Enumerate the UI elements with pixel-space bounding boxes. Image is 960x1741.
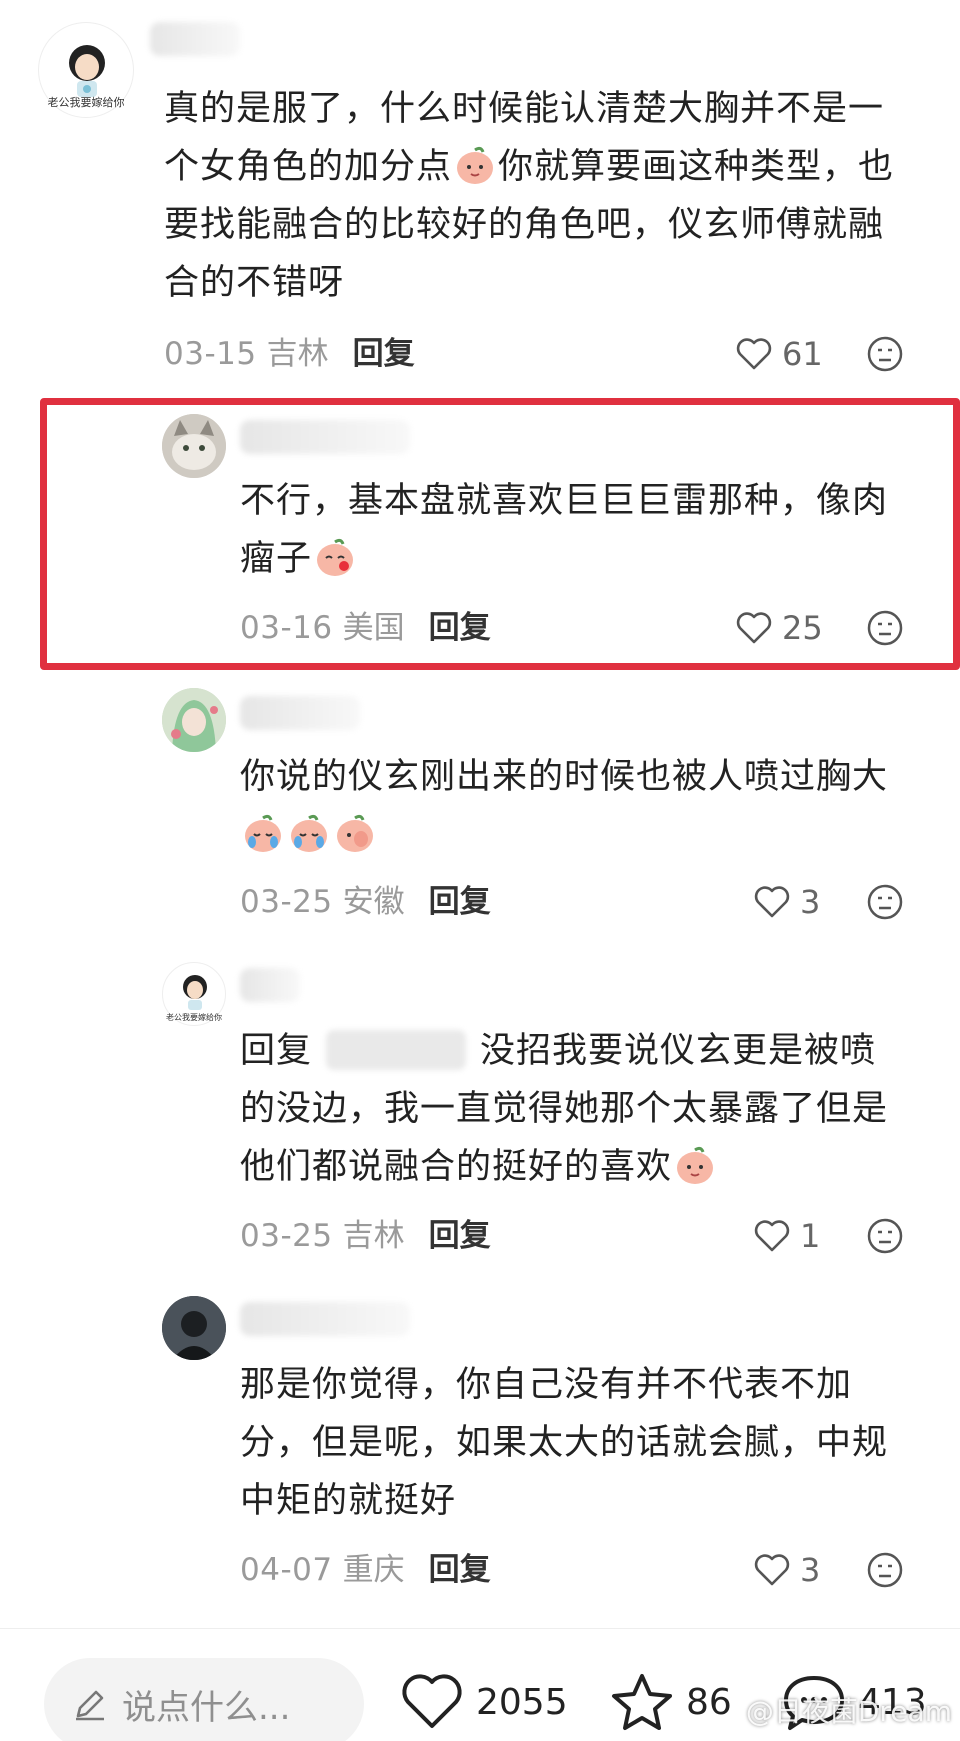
- like-count: 3: [800, 883, 821, 921]
- avatar-dark-portrait-icon: [162, 1296, 226, 1360]
- username-redacted: [240, 696, 360, 730]
- post-like-button[interactable]: 2055: [400, 1672, 568, 1732]
- dislike-face-icon[interactable]: [866, 883, 904, 921]
- comment-region: 吉林: [342, 1218, 405, 1254]
- peach-facepalm-emoji-icon: [334, 812, 376, 854]
- avatar-caption: 老公我要嫁给你: [166, 1013, 222, 1022]
- like-count: 3: [800, 1551, 821, 1589]
- username-redacted: [240, 1302, 410, 1336]
- comment-meta: 03-25 安徽 回复: [240, 880, 491, 924]
- username-redacted: [150, 22, 240, 56]
- comment-region: 安徽: [342, 884, 405, 920]
- heart-icon: [402, 1674, 462, 1728]
- avatar[interactable]: [162, 1296, 226, 1360]
- pencil-icon: [76, 1690, 104, 1721]
- avatar-cat-icon: [162, 414, 226, 478]
- like-button[interactable]: 61: [736, 332, 823, 376]
- reply-button[interactable]: 回复: [429, 610, 491, 646]
- reply-button[interactable]: 回复: [429, 1552, 491, 1588]
- comment-date: 03-15: [164, 336, 257, 372]
- comment-region: 重庆: [342, 1552, 405, 1588]
- avatar[interactable]: [162, 688, 226, 752]
- comment-input[interactable]: 说点什么...: [44, 1658, 364, 1741]
- comment-meta: 03-16 美国 回复: [240, 606, 491, 650]
- post-like-count: 2055: [476, 1681, 568, 1723]
- peach-face-emoji-icon: [454, 144, 496, 186]
- bottom-bar-divider: [0, 1628, 960, 1629]
- avatar-anime-girl-icon: [162, 688, 226, 752]
- like-count: 61: [782, 335, 823, 373]
- mentioned-username-redacted: [326, 1030, 467, 1070]
- heart-icon: [754, 1554, 790, 1586]
- comment-region: 美国: [342, 610, 405, 646]
- like-button[interactable]: 25: [736, 606, 823, 650]
- like-button[interactable]: 3: [754, 1548, 820, 1592]
- comment-meta: 04-07 重庆 回复: [240, 1548, 491, 1592]
- dislike-face-icon[interactable]: [866, 335, 904, 373]
- comment-text: 那是你觉得，你自己没有并不代表不加 分，但是呢，如果太大的话就会腻，中规 中矩的…: [240, 1365, 889, 1521]
- comment-input-placeholder: 说点什么...: [122, 1687, 291, 1728]
- comment-meta: 03-15 吉林 回复: [164, 332, 415, 376]
- peach-face-emoji-icon: [674, 1144, 716, 1186]
- heart-icon: [736, 612, 772, 644]
- post-favorite-button[interactable]: 86: [610, 1672, 732, 1732]
- dislike-face-icon[interactable]: [866, 1551, 904, 1589]
- avatar-caption: 老公我要嫁给你: [47, 96, 125, 109]
- watermark: @日夜菌Dream: [745, 1695, 952, 1728]
- post-favorite-count: 86: [686, 1681, 732, 1723]
- dislike-face-icon[interactable]: [866, 609, 904, 647]
- peach-crying-emoji-icon: [242, 812, 284, 854]
- like-count: 25: [782, 609, 823, 647]
- username-redacted: [240, 420, 410, 454]
- comment-text: 真的是服了，什么时候能认清楚大胸并不是一 个女角色的加分点 你就算要画这种类型，也…: [164, 89, 895, 303]
- like-count: 1: [800, 1217, 821, 1255]
- comment-text: 不行，基本盘就喜欢巨巨巨雷那种，像肉 瘤子: [240, 481, 889, 579]
- comment-date: 03-25: [240, 1218, 333, 1254]
- like-button[interactable]: 3: [754, 880, 820, 924]
- dislike-face-icon[interactable]: [866, 1217, 904, 1255]
- comment-meta: 03-25 吉林 回复: [240, 1214, 491, 1258]
- peach-blushing-emoji-icon: [314, 536, 356, 578]
- username-redacted: [240, 968, 300, 1002]
- comment-date: 03-16: [240, 610, 333, 646]
- heart-icon: [754, 886, 790, 918]
- peach-crying-emoji-icon: [288, 812, 330, 854]
- comment-text: 回复 没招我要说仪玄更是被喷 的没边，我一直觉得她那个太暴露了但是 他们都说融合的…: [240, 1030, 889, 1187]
- heart-icon: [736, 338, 772, 370]
- reply-button[interactable]: 回复: [353, 336, 415, 372]
- avatar[interactable]: [162, 414, 226, 478]
- reply-button[interactable]: 回复: [429, 1218, 491, 1254]
- comment-text: 你说的仪玄刚出来的时候也被人喷过胸大: [240, 748, 888, 864]
- comment-date: 03-25: [240, 884, 333, 920]
- reply-prefix: 回复: [240, 1031, 313, 1071]
- comment-date: 04-07: [240, 1552, 333, 1588]
- like-button[interactable]: 1: [754, 1214, 820, 1258]
- comment-region: 吉林: [266, 336, 329, 372]
- star-icon: [612, 1674, 672, 1730]
- heart-icon: [754, 1220, 790, 1252]
- reply-button[interactable]: 回复: [429, 884, 491, 920]
